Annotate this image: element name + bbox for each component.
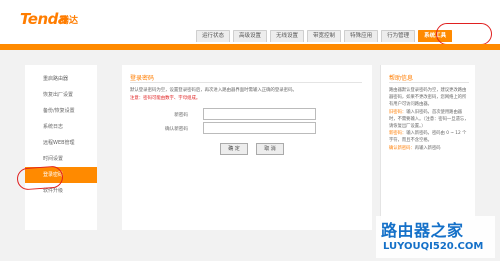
password-note: 注意：密码可能由数字、字母组成。 xyxy=(130,96,201,101)
new-password-label: 新密码 xyxy=(174,113,188,118)
help-new-password-label: 新密码： xyxy=(389,131,407,137)
tab-special-apps[interactable]: 特殊应用 xyxy=(344,30,379,42)
confirm-password-field[interactable] xyxy=(203,122,316,134)
sidebar-item-factory-reset[interactable]: 恢复出厂设置 xyxy=(25,87,97,103)
sidebar-item-remote-web[interactable]: 远程WEB管理 xyxy=(25,135,97,151)
sidebar-item-time[interactable]: 时间设置 xyxy=(25,151,97,167)
tab-wireless[interactable]: 无线设置 xyxy=(270,30,305,42)
tab-bandwidth[interactable]: 带宽控制 xyxy=(307,30,342,42)
help-confirm-label: 确认新密码： xyxy=(389,145,415,151)
tab-status[interactable]: 运行状态 xyxy=(196,30,231,42)
annotation-circle-sidebar xyxy=(16,165,64,191)
help-intro: 路由器默认登录密码为空，建议更改路由器密码，如果不更改密码，您网络上的所有用户可… xyxy=(389,88,467,108)
sidebar-item-reboot[interactable]: 重启路由器 xyxy=(25,71,97,87)
new-password-field[interactable] xyxy=(203,108,316,120)
confirm-password-label: 确认新密码 xyxy=(165,127,188,132)
help-confirm-text: 再输入新密码 xyxy=(414,145,441,151)
cancel-button[interactable]: 取 消 xyxy=(256,143,284,155)
tenda-logo-cn: 腾达 xyxy=(60,16,79,26)
main-panel: 登录密码 默认登录密码为空，设置登录密码后，再次进入路由器界面时需输入正确的登录… xyxy=(122,65,372,230)
tab-advanced[interactable]: 高级设置 xyxy=(233,30,268,42)
annotation-circle-tab xyxy=(436,23,492,45)
sidebar: 重启路由器 恢复出厂设置 备份/恢复设置 系统日志 远程WEB管理 时间设置 登… xyxy=(25,65,97,230)
watermark-url: LUYOUQI520.COM xyxy=(383,241,484,252)
accent-bar xyxy=(0,44,500,50)
ok-button[interactable]: 确 定 xyxy=(220,143,248,155)
help-divider xyxy=(389,82,469,83)
page-title: 登录密码 xyxy=(130,75,155,82)
help-title: 帮助信息 xyxy=(389,75,414,82)
top-nav-tabs: 运行状态 高级设置 无线设置 带宽控制 特殊应用 行为管理 系统工具 xyxy=(196,30,453,42)
sidebar-item-backup[interactable]: 备份/恢复设置 xyxy=(25,103,97,119)
watermark-cn: 路由器之家 xyxy=(381,221,464,240)
sidebar-item-syslog[interactable]: 系统日志 xyxy=(25,119,97,135)
description-text: 默认登录密码为空，设置登录密码后，再次进入路由器界面时需输入正确的登录密码。 xyxy=(130,88,297,93)
help-panel: 帮助信息 路由器默认登录密码为空，建议更改路由器密码，如果不更改密码，您网络上的… xyxy=(380,65,475,220)
tab-behavior[interactable]: 行为管理 xyxy=(381,30,416,42)
divider xyxy=(130,82,362,83)
help-text: 路由器默认登录密码为空，建议更改路由器密码，如果不更改密码，您网络上的所有用户可… xyxy=(389,87,469,152)
help-old-password-label: 旧密码： xyxy=(389,109,407,115)
